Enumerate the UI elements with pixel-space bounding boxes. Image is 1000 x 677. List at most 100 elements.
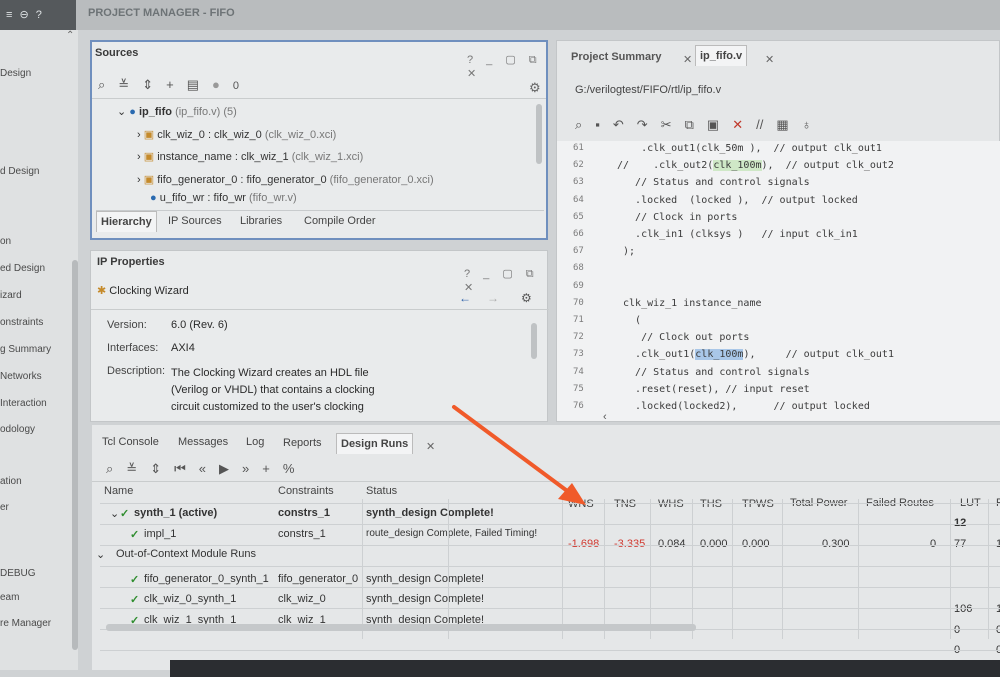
highlighted-token: clk_100m <box>713 160 762 172</box>
tab-design-runs[interactable]: Design Runs <box>336 433 414 454</box>
close-icon[interactable]: ✕ <box>765 53 774 66</box>
nav-item[interactable]: DEBUG <box>0 568 36 579</box>
close-icon[interactable]: ✕ <box>426 440 435 453</box>
code-editor[interactable]: 61 .clk_out1(clk_50m ), // output clk_ou… <box>557 141 1000 421</box>
line-number: 62 <box>573 160 584 171</box>
nav-item[interactable]: onstraints <box>0 317 43 328</box>
back-arrow-icon[interactable]: ← <box>459 291 471 305</box>
window-controls[interactable]: ? _ ▢ ⧉ ✕ <box>464 267 547 294</box>
nav-item[interactable]: Networks <box>0 371 42 382</box>
search-icon[interactable]: ⌕ <box>98 77 105 93</box>
chevron-right-icon[interactable]: › <box>137 129 141 141</box>
collapse-all-icon[interactable]: ≚ <box>126 461 137 477</box>
column-header[interactable]: WHS <box>658 498 684 510</box>
nav-item[interactable]: re Manager <box>0 618 51 629</box>
tab-ip-fifo-v[interactable]: ip_fifo.v <box>695 45 748 66</box>
nav-item[interactable]: g Summary <box>0 344 51 355</box>
tree-item[interactable]: › ▣ instance_name : clk_wiz_1 (clk_wiz_1… <box>137 150 363 163</box>
nav-item[interactable]: izard <box>0 290 22 301</box>
play-icon[interactable]: ▶ <box>219 461 229 477</box>
annotation-arrow <box>452 405 586 505</box>
window-title: PROJECT MANAGER - FIFO <box>88 7 235 19</box>
properties-scrollbar[interactable] <box>531 323 537 359</box>
nav-item[interactable]: ation <box>0 476 22 487</box>
tab-hierarchy[interactable]: Hierarchy <box>96 211 157 232</box>
code-line: // .clk_out2(clk_100m), // output clk_ou… <box>617 160 894 172</box>
nav-item[interactable]: on <box>0 236 11 247</box>
rewind-icon[interactable]: « <box>199 461 206 476</box>
column-header[interactable]: Name <box>104 485 133 497</box>
column-header[interactable]: Constraints <box>278 485 334 497</box>
tab-libraries[interactable]: Libraries <box>236 211 286 231</box>
search-icon[interactable]: ⌕ <box>575 117 582 133</box>
nav-item[interactable]: odology <box>0 424 35 435</box>
chevron-down-icon[interactable]: ⌄ <box>110 507 119 520</box>
cell-lut: 106 <box>954 603 973 615</box>
add-icon[interactable]: + <box>262 461 270 476</box>
tree-item[interactable]: › ▣ fifo_generator_0 : fifo_generator_0 … <box>137 173 434 186</box>
delete-icon[interactable]: ✕ <box>732 117 743 133</box>
cell-name: clk_wiz_0_synth_1 <box>144 593 237 605</box>
nav-item[interactable]: eam <box>0 592 19 603</box>
chevron-down-icon[interactable]: ⌄ <box>117 106 126 118</box>
fast-forward-icon[interactable]: » <box>242 461 249 476</box>
chevron-right-icon[interactable]: › <box>137 174 141 186</box>
save-icon[interactable]: ▪ <box>595 117 600 132</box>
comment-icon[interactable]: // <box>756 117 763 132</box>
tab-log[interactable]: Log <box>242 432 268 452</box>
column-header[interactable]: Status <box>366 485 397 497</box>
column-icon[interactable]: ▦ <box>776 117 788 133</box>
tab-project-summary[interactable]: Project Summary <box>567 47 665 67</box>
tree-item[interactable]: ● u_fifo_wr : fifo_wr (fifo_wr.v) <box>150 192 297 204</box>
chevron-down-icon[interactable]: ⌄ <box>96 548 105 561</box>
panel-title: Sources <box>95 47 139 59</box>
grid-line <box>100 608 1000 609</box>
first-icon[interactable]: ⏮ <box>174 461 186 477</box>
search-icon[interactable]: ⌕ <box>106 461 113 477</box>
tab-tcl-console[interactable]: Tcl Console <box>98 432 163 452</box>
gear-icon[interactable]: ⚙ <box>521 291 532 305</box>
nav-item[interactable]: Interaction <box>0 398 47 409</box>
tab-reports[interactable]: Reports <box>279 433 326 453</box>
sources-scrollbar[interactable] <box>536 104 542 164</box>
redo-icon[interactable]: ↷ <box>637 117 648 133</box>
app-menu-icons[interactable]: ≡ ⊖ ? <box>0 0 76 30</box>
interfaces-label: Interfaces: <box>107 342 159 354</box>
nav-item[interactable]: d Design <box>0 166 39 177</box>
forward-arrow-icon[interactable]: → <box>487 291 499 305</box>
grid-line <box>100 524 1000 525</box>
tab-ip-sources[interactable]: IP Sources <box>164 211 226 231</box>
expand-icon[interactable]: ⇕ <box>150 461 161 477</box>
collapse-all-icon[interactable]: ≚ <box>118 77 129 93</box>
tab-messages[interactable]: Messages <box>174 432 232 452</box>
paste-icon[interactable]: ▣ <box>707 117 719 133</box>
nav-item[interactable]: ed Design <box>0 263 45 274</box>
gear-icon[interactable]: ⚙ <box>529 80 541 96</box>
tree-item[interactable]: › ▣ clk_wiz_0 : clk_wiz_0 (clk_wiz_0.xci… <box>137 128 336 141</box>
tree-item-ip-fifo[interactable]: ⌄ ● ip_fifo (ip_fifo.v) (5) <box>117 105 237 118</box>
grid-line <box>448 499 449 639</box>
percent-icon[interactable]: % <box>283 461 295 476</box>
copy-icon[interactable]: ⧉ <box>685 117 694 133</box>
nav-scrollbar[interactable] <box>72 260 78 650</box>
lightbulb-icon[interactable]: ♁ <box>802 117 812 132</box>
cell-tpws: 0.000 <box>742 537 770 550</box>
undo-icon[interactable]: ↶ <box>613 117 624 133</box>
add-icon[interactable]: + <box>166 77 174 92</box>
cut-icon[interactable]: ✂ <box>661 117 672 133</box>
divider <box>91 309 549 310</box>
nav-item[interactable]: Design <box>0 68 31 79</box>
chevron-up-icon[interactable]: ⌃ <box>66 30 74 41</box>
line-number: 65 <box>573 211 584 222</box>
nav-item[interactable]: er <box>0 502 9 513</box>
chevron-right-icon[interactable]: › <box>137 151 141 163</box>
window-controls[interactable]: ? _ ▢ ⧉ ✕ <box>467 53 546 80</box>
table-hscrollbar[interactable] <box>106 624 696 631</box>
close-icon[interactable]: ✕ <box>683 53 692 66</box>
expand-icon[interactable]: ⇕ <box>142 77 153 93</box>
column-header[interactable]: TNS <box>614 498 636 510</box>
tab-compile-order[interactable]: Compile Order <box>300 211 380 231</box>
properties-icon[interactable]: ▤ <box>187 77 199 93</box>
scroll-left-icon[interactable]: ‹ <box>603 411 607 423</box>
grid-line <box>100 650 1000 651</box>
